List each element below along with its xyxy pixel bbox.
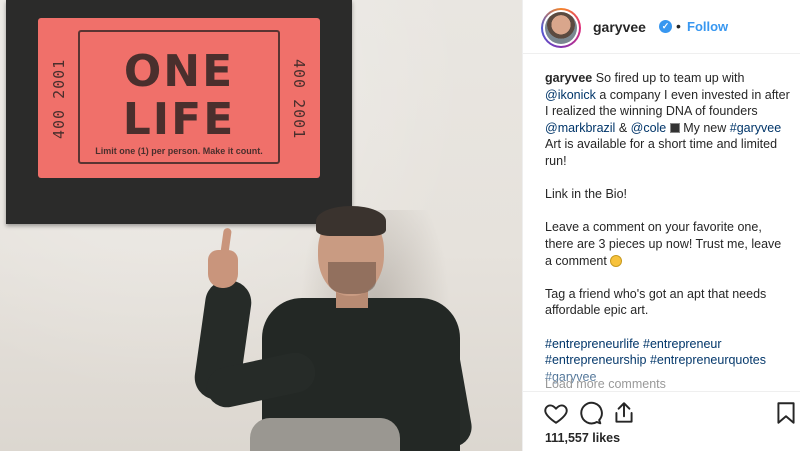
hashtag-link[interactable]: #entrepreneurlife (545, 337, 640, 351)
caption-text: Leave a comment on your favorite one, th… (545, 220, 782, 268)
person-hand (208, 250, 238, 288)
username-link[interactable]: garyvee (593, 19, 646, 35)
caption-paragraph-1: garyvee So fired up to team up with @iko… (545, 70, 791, 170)
ticket-border: ONE LIFE Limit one (1) per person. Make … (78, 30, 280, 164)
hashtag-link[interactable]: #entrepreneurquotes (650, 353, 766, 367)
ticket-fine-print: Limit one (1) per person. Make it count. (95, 146, 263, 156)
caption-text: So fired up to team up with (592, 71, 745, 85)
header-separator: • (676, 18, 681, 34)
verified-badge-icon: ✓ (659, 20, 672, 33)
mention-ikonick[interactable]: @ikonick (545, 88, 596, 102)
post-header: garyvee ✓ • Follow (523, 0, 800, 54)
ticket-line-life: LIFE (122, 94, 236, 145)
caption-text: Art is available for a short time and li… (545, 137, 778, 168)
hashtag-link[interactable]: #entrepreneurship (545, 353, 646, 367)
ticket-artwork: 400 2001 400 2001 ONE LIFE Limit one (1)… (38, 18, 320, 178)
avatar-image (545, 12, 577, 44)
ticket-line-one: ONE (123, 46, 235, 97)
mention-markbrazil[interactable]: @markbrazil (545, 121, 615, 135)
person-knee (250, 418, 400, 451)
caption-author-link[interactable]: garyvee (545, 71, 592, 85)
frame-emoji-icon (669, 122, 680, 133)
post-side-panel: garyvee ✓ • Follow garyvee So fired up t… (522, 0, 800, 451)
hashtag-garyvee-inline[interactable]: #garyvee (730, 121, 781, 135)
follow-button[interactable]: Follow (687, 19, 728, 34)
ticket-serial-right: 400 2001 (290, 58, 308, 140)
post-caption: garyvee So fired up to team up with @iko… (545, 70, 791, 402)
caption-paragraph-4: Tag a friend who's got an apt that needs… (545, 286, 767, 318)
bookmark-icon[interactable] (773, 400, 799, 426)
caption-text: My new (679, 120, 730, 135)
post-photo[interactable]: 400 2001 400 2001 ONE LIFE Limit one (1)… (0, 0, 522, 451)
hashtag-link[interactable]: #entrepreneur (643, 337, 722, 351)
caption-paragraph-2: Link in the Bio! (545, 187, 627, 202)
action-bar: 111,557 likes (523, 391, 800, 451)
avatar-inner (543, 10, 579, 46)
comment-icon[interactable] (577, 400, 603, 426)
person-beard (328, 262, 376, 294)
caption-paragraph-3: Leave a comment on your favorite one, th… (545, 219, 791, 269)
artwork-frame: 400 2001 400 2001 ONE LIFE Limit one (1)… (6, 0, 352, 224)
ticket-serial-left: 400 2001 (50, 58, 68, 140)
person-hair (316, 206, 386, 236)
smile-emoji-icon (610, 254, 623, 267)
heart-icon[interactable] (543, 400, 569, 426)
caption-text: & (615, 120, 631, 135)
likes-count[interactable]: 111,557 likes (545, 431, 620, 445)
share-icon[interactable] (611, 400, 637, 426)
mention-cole[interactable]: @cole (631, 121, 667, 135)
load-more-comments-button[interactable]: Load more comments (545, 377, 666, 391)
avatar[interactable] (541, 8, 581, 48)
